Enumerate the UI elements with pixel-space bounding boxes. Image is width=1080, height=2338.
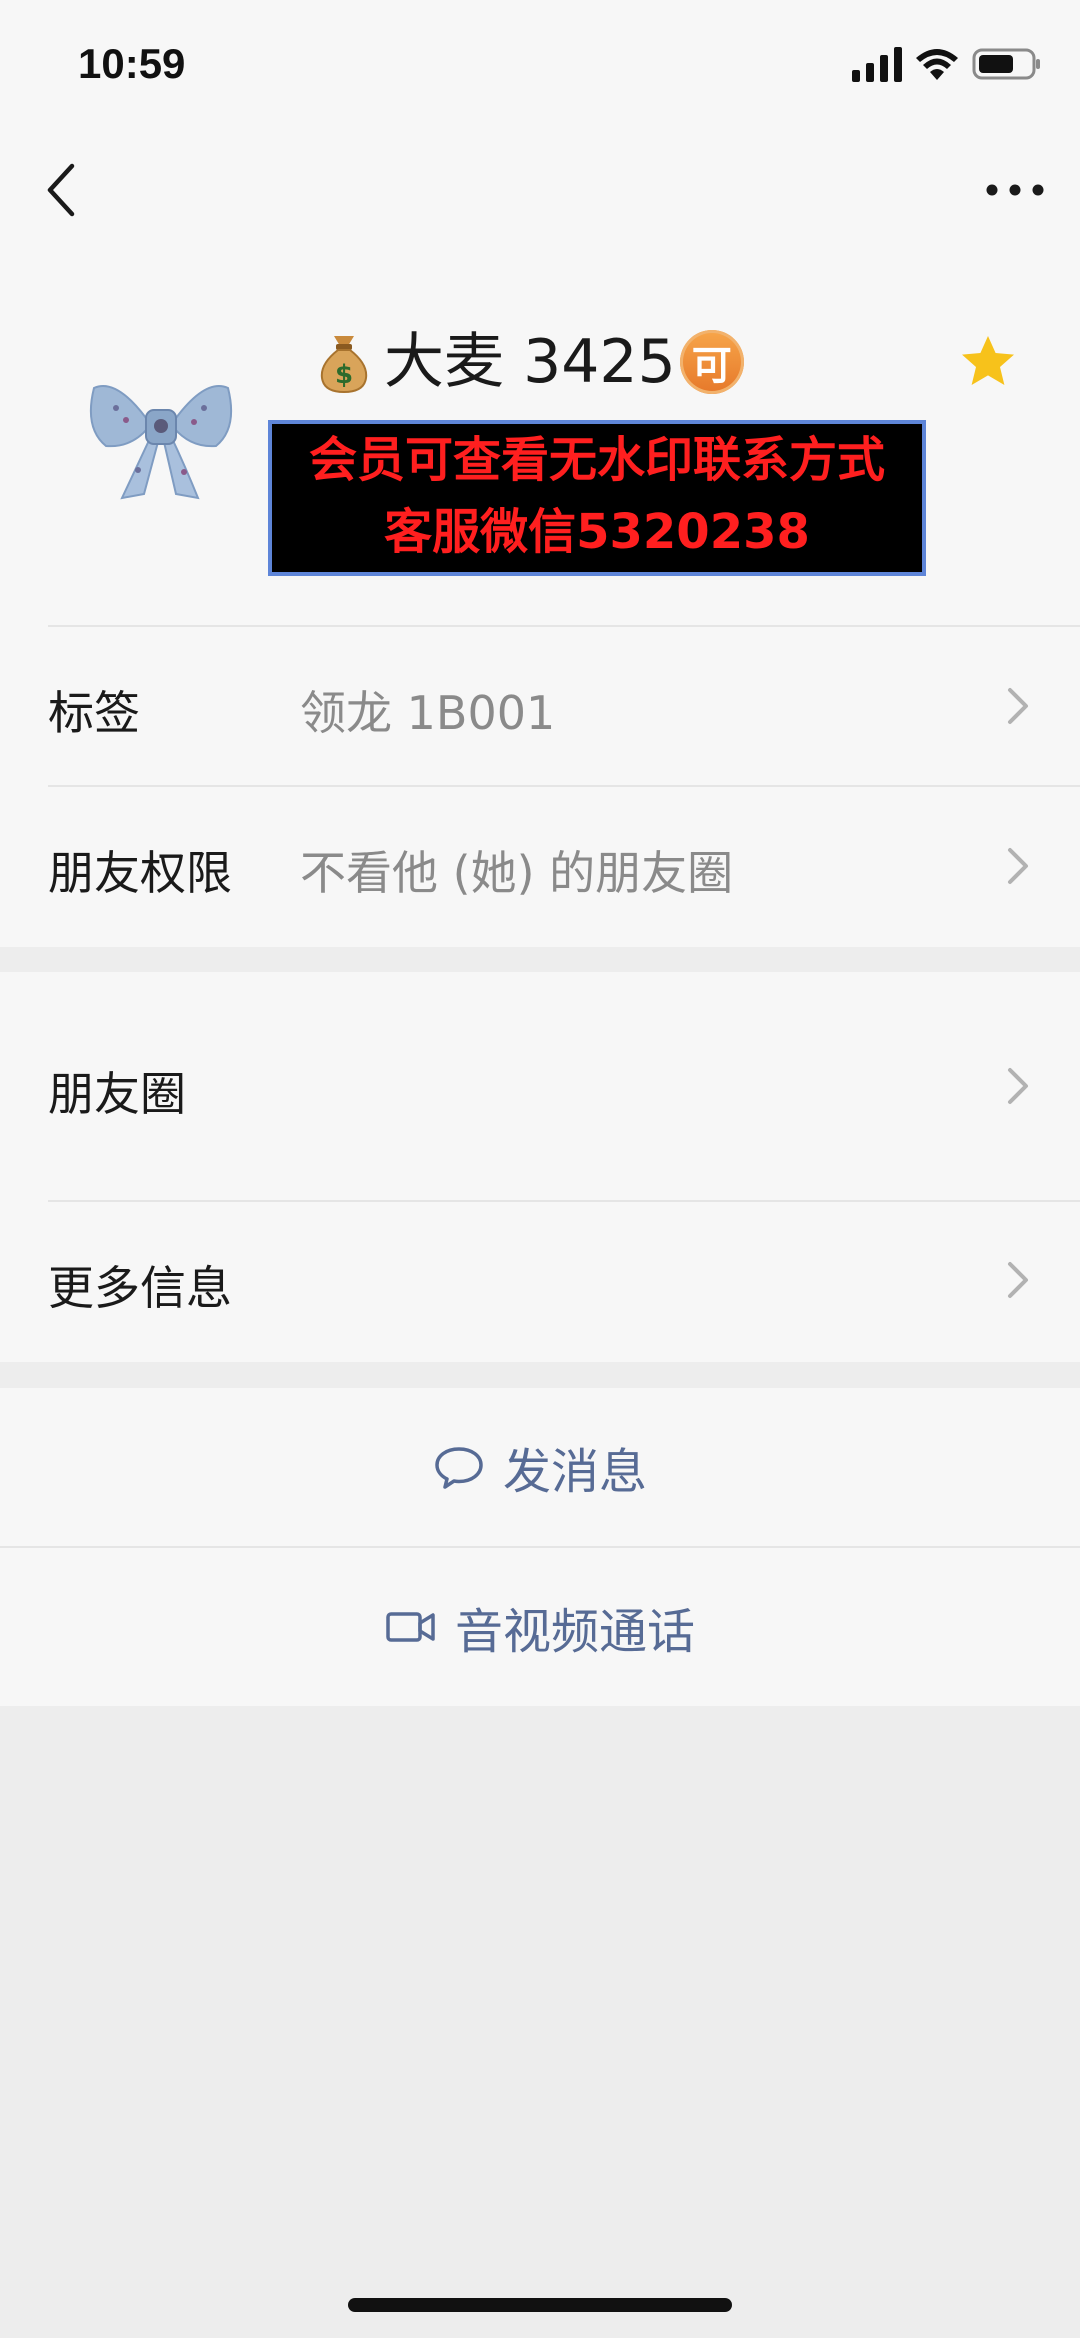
send-message-label: 发消息 (502, 1444, 647, 1500)
watermark-banner: 会员可查看无水印联系方式 客服微信5320238 (268, 420, 926, 576)
nickname-row: $ 大麦 3425 可 (316, 324, 744, 400)
tags-cell[interactable]: 标签 领龙 1B001 (0, 627, 1080, 785)
info-group: 标签 领龙 1B001 朋友权限 不看他 (她) 的朋友圈 (0, 625, 1080, 947)
cell-label: 更多信息 (48, 1261, 232, 1315)
avatar[interactable] (86, 358, 236, 508)
signal-icon (852, 47, 902, 82)
bow-avatar-image (89, 385, 233, 500)
send-message-button[interactable]: 发消息 (0, 1388, 1080, 1546)
video-camera-icon (386, 1612, 435, 1642)
moments-group: 朋友圈 更多信息 (0, 972, 1080, 1362)
friend-permissions-cell[interactable]: 朋友权限 不看他 (她) 的朋友圈 (0, 787, 1080, 947)
battery-icon (972, 48, 1040, 80)
chevron-right-icon (1008, 1068, 1028, 1104)
profile-header: $ 大麦 3425 可 会员可查看无水印联系方式 客服微信5320238 (0, 250, 1080, 625)
cell-value: 领龙 1B001 (300, 686, 556, 740)
back-button[interactable] (32, 158, 92, 222)
moments-cell[interactable]: 朋友圈 (0, 972, 1080, 1200)
watermark-text-line-2: 客服微信5320238 (384, 504, 810, 560)
chevron-right-icon (1008, 1262, 1028, 1298)
home-indicator[interactable] (348, 2298, 732, 2312)
status-bar: 10:59 (0, 0, 1080, 130)
cell-label: 朋友圈 (48, 1067, 186, 1121)
nav-bar (0, 130, 1080, 250)
chevron-right-icon (1008, 688, 1028, 724)
video-call-label: 音视频通话 (454, 1604, 695, 1660)
star-button[interactable] (958, 332, 1018, 392)
nickname: 大麦 3425 (384, 327, 676, 397)
watermark-text-line-1: 会员可查看无水印联系方式 (308, 432, 885, 488)
star-icon (962, 336, 1014, 385)
svg-text:$: $ (335, 360, 353, 390)
cell-value: 不看他 (她) 的朋友圈 (300, 846, 734, 900)
wifi-icon (916, 49, 958, 80)
cell-label: 朋友权限 (48, 846, 232, 900)
chat-bubble-icon (435, 1447, 483, 1489)
status-time: 10:59 (78, 40, 186, 87)
chevron-right-icon (1008, 848, 1028, 884)
chevron-left-icon (47, 163, 75, 217)
money-bag-icon: $ (320, 336, 368, 394)
video-call-button[interactable]: 音视频通话 (0, 1548, 1080, 1706)
more-info-cell[interactable]: 更多信息 (0, 1202, 1080, 1362)
more-button[interactable] (970, 160, 1060, 220)
cell-label: 标签 (48, 686, 140, 740)
more-dots-icon (986, 184, 1044, 196)
ke-badge: 可 (679, 330, 744, 394)
